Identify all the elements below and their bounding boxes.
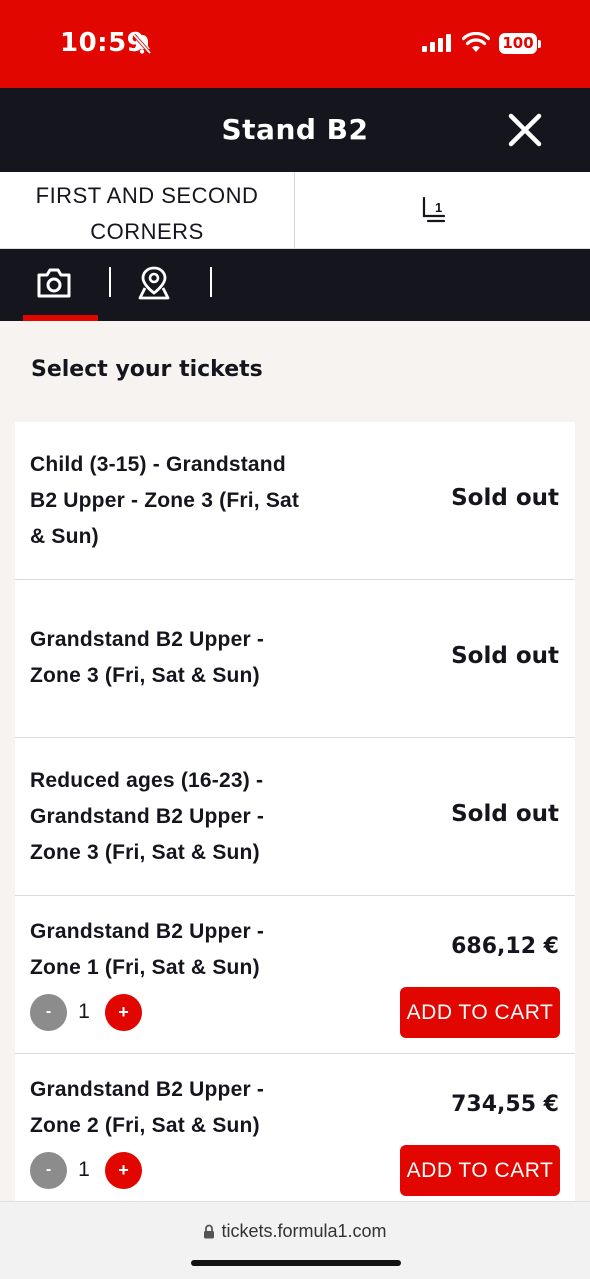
- stand-info: FIRST AND SECOND CORNERS 1: [0, 172, 590, 249]
- tab-photos[interactable]: [23, 249, 98, 321]
- battery-tip: [538, 40, 541, 48]
- increase-quantity-button[interactable]: +: [105, 1152, 142, 1189]
- add-to-cart-button[interactable]: ADD TO CART: [400, 987, 560, 1038]
- sold-out-label: Sold out: [451, 643, 559, 669]
- ticket-section: Select your tickets Child (3-15) - Grand…: [0, 321, 590, 1212]
- battery-level: 100: [502, 34, 534, 52]
- ticket-row: Grandstand B2 Upper - Zone 2 (Fri, Sat &…: [15, 1054, 575, 1212]
- tab-location[interactable]: [122, 249, 184, 321]
- add-to-cart-button[interactable]: ADD TO CART: [400, 1145, 560, 1196]
- ticket-name-line: & Sun): [30, 525, 99, 548]
- divider: [294, 172, 295, 249]
- ticket-name: Reduced ages (16-23) - Grandstand B2 Upp…: [30, 763, 330, 871]
- ticket-list: Child (3-15) - Grandstand B2 Upper - Zon…: [15, 422, 575, 1212]
- ticket-row: Reduced ages (16-23) - Grandstand B2 Upp…: [15, 738, 575, 896]
- decrease-quantity-button[interactable]: -: [30, 994, 67, 1031]
- section-label: FIRST AND SECOND CORNERS: [0, 178, 294, 250]
- browser-url-bar[interactable]: tickets.formula1.com: [0, 1201, 590, 1279]
- ticket-name-line: Child (3-15) - Grandstand: [30, 453, 286, 476]
- ticket-price: 734,55 €: [451, 1092, 559, 1117]
- page-title: Stand B2: [221, 113, 369, 146]
- tab-separator: [210, 267, 212, 297]
- decrease-quantity-button[interactable]: -: [30, 1152, 67, 1189]
- ticket-row: Grandstand B2 Upper - Zone 3 (Fri, Sat &…: [15, 580, 575, 738]
- home-indicator[interactable]: [191, 1260, 401, 1266]
- bell-slash-icon: [132, 33, 152, 60]
- tab-separator: [109, 267, 111, 297]
- ticket-name-line: Grandstand B2 Upper -: [30, 920, 265, 943]
- sold-out-label: Sold out: [451, 485, 559, 511]
- status-bar: 10:59 100: [0, 0, 590, 88]
- section-label-line-1: FIRST AND SECOND: [35, 183, 259, 208]
- wifi-icon: [461, 31, 491, 58]
- lock-icon: [203, 1223, 215, 1244]
- section-heading: Select your tickets: [31, 357, 263, 382]
- ticket-name-line: Grandstand B2 Upper -: [30, 805, 265, 828]
- ticket-name: Grandstand B2 Upper - Zone 3 (Fri, Sat &…: [30, 622, 330, 694]
- seat-number: 1: [435, 200, 442, 215]
- battery-icon: 100: [499, 33, 537, 54]
- sold-out-label: Sold out: [451, 801, 559, 827]
- quantity-value: 1: [78, 1158, 90, 1181]
- ticket-name-line: B2 Upper - Zone 3 (Fri, Sat: [30, 489, 300, 512]
- ticket-name-line: Zone 1 (Fri, Sat & Sun): [30, 956, 260, 979]
- ticket-row: Grandstand B2 Upper - Zone 1 (Fri, Sat &…: [15, 896, 575, 1054]
- media-tabs: [0, 249, 590, 321]
- ticket-name-line: Zone 3 (Fri, Sat & Sun): [30, 841, 260, 864]
- ticket-name-line: Grandstand B2 Upper -: [30, 1078, 265, 1101]
- ticket-name: Grandstand B2 Upper - Zone 2 (Fri, Sat &…: [30, 1072, 330, 1144]
- close-icon: [508, 113, 542, 147]
- header: Stand B2: [0, 88, 590, 172]
- close-button[interactable]: [505, 110, 545, 150]
- ticket-name: Grandstand B2 Upper - Zone 1 (Fri, Sat &…: [30, 914, 330, 986]
- quantity-value: 1: [78, 1000, 90, 1023]
- seat-number-icon: 1: [420, 196, 448, 229]
- ticket-name-line: Zone 2 (Fri, Sat & Sun): [30, 1114, 260, 1137]
- url-display[interactable]: tickets.formula1.com: [0, 1221, 590, 1244]
- ticket-name: Child (3-15) - Grandstand B2 Upper - Zon…: [30, 447, 330, 555]
- ticket-name-line: Reduced ages (16-23) -: [30, 769, 264, 792]
- section-label-line-2: CORNERS: [90, 219, 204, 244]
- signal-icon: [422, 34, 452, 57]
- ticket-name-line: Grandstand B2 Upper -: [30, 628, 265, 651]
- url-text: tickets.formula1.com: [221, 1221, 387, 1241]
- map-pin-icon: [138, 266, 170, 300]
- ticket-row: Child (3-15) - Grandstand B2 Upper - Zon…: [15, 422, 575, 580]
- ticket-price: 686,12 €: [451, 934, 559, 959]
- increase-quantity-button[interactable]: +: [105, 994, 142, 1031]
- camera-icon: [37, 268, 71, 298]
- ticket-name-line: Zone 3 (Fri, Sat & Sun): [30, 664, 260, 687]
